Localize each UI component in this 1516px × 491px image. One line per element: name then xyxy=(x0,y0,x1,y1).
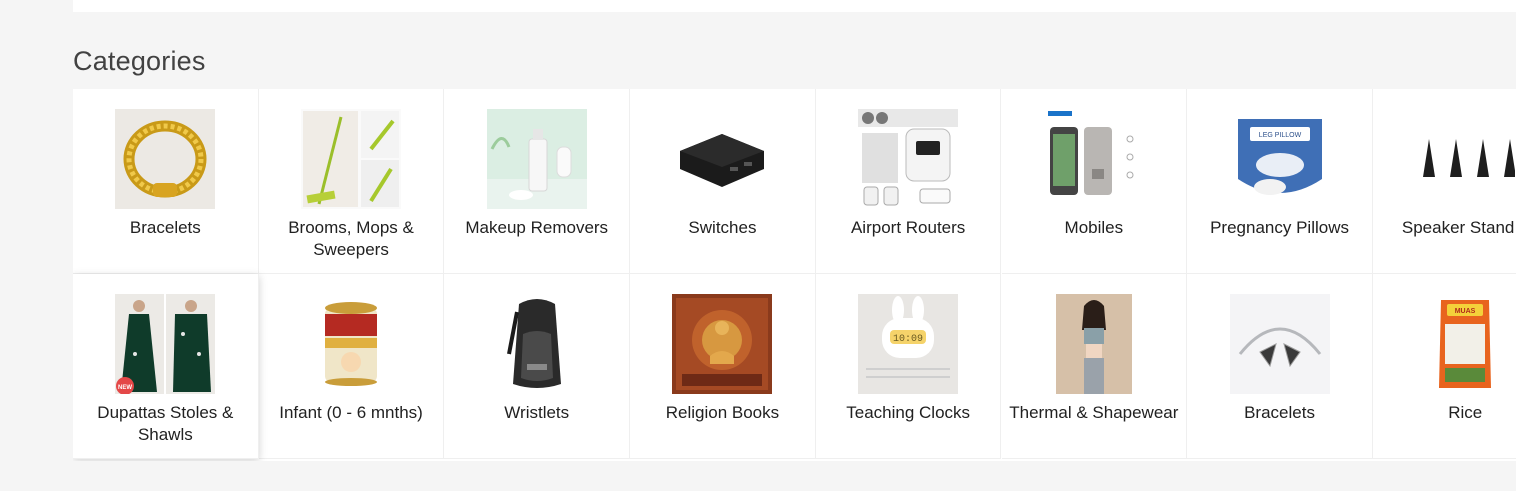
silver-cuff-icon xyxy=(1229,294,1330,394)
category-tile-dupattas[interactable]: NEW Dupattas Stoles & Shawls xyxy=(73,274,259,459)
category-label: Pregnancy Pillows xyxy=(1210,218,1349,237)
model-photo-icon xyxy=(1055,294,1132,394)
category-label: Bracelets xyxy=(1244,403,1315,422)
category-tile-pregnancy-pillows[interactable]: LEG PILLOW Pregnancy Pillows xyxy=(1187,89,1373,274)
category-label: Makeup Removers xyxy=(465,218,609,237)
category-label: Infant (0 - 6 mnths) xyxy=(279,403,423,422)
section-title: Categories xyxy=(73,46,206,76)
leg-pillow-icon: LEG PILLOW xyxy=(1229,109,1330,209)
svg-text:10:09: 10:09 xyxy=(893,334,923,345)
gold-bracelet-icon xyxy=(115,109,216,209)
pocket-router-icon xyxy=(858,109,959,209)
category-label: Speaker Stand xyxy=(1401,218,1515,237)
category-tile-bracelets[interactable]: Bracelets xyxy=(73,89,259,274)
svg-text:MUAS: MUAS xyxy=(1455,308,1476,315)
speaker-spikes-icon xyxy=(1414,109,1515,209)
svg-text:LEG PILLOW: LEG PILLOW xyxy=(1258,132,1301,139)
category-label: Thermal & Shapewear xyxy=(1009,403,1179,422)
formula-tin-icon xyxy=(301,294,402,394)
category-tile-rice[interactable]: MUAS Rice xyxy=(1372,274,1516,459)
category-tile-brooms-mops[interactable]: Brooms, Mops & Sweepers xyxy=(258,89,445,274)
svg-text:NEW: NEW xyxy=(118,385,132,391)
category-tile-wristlets[interactable]: Wristlets xyxy=(444,274,631,459)
category-tile-infant[interactable]: Infant (0 - 6 mnths) xyxy=(258,274,445,459)
dupatta-icon: NEW xyxy=(115,294,216,394)
category-tile-teaching-clocks[interactable]: 10:09 Teaching Clocks xyxy=(815,274,1002,459)
category-label: Wristlets xyxy=(504,403,570,422)
smartphone-icon xyxy=(1043,109,1144,209)
category-tile-makeup-removers[interactable]: Makeup Removers xyxy=(444,89,631,274)
category-label: Mobiles xyxy=(1064,218,1124,237)
backpack-icon xyxy=(486,294,587,394)
category-tile-thermal-shapewear[interactable]: Thermal & Shapewear xyxy=(1001,274,1188,459)
top-card xyxy=(73,0,1516,12)
category-tile-bracelets-2[interactable]: Bracelets xyxy=(1187,274,1373,459)
category-label: Brooms, Mops & Sweepers xyxy=(288,218,414,259)
mop-icon xyxy=(301,109,402,209)
category-tile-speaker-stand[interactable]: Speaker Stand xyxy=(1372,89,1516,274)
category-tile-switches[interactable]: Switches xyxy=(630,89,816,274)
category-label: Rice xyxy=(1448,403,1483,422)
category-label: Switches xyxy=(688,218,757,237)
category-label: Religion Books xyxy=(665,403,780,422)
category-tile-airport-routers[interactable]: Airport Routers xyxy=(815,89,1002,274)
switch-box-icon xyxy=(672,109,773,209)
category-label: Dupattas Stoles & Shawls xyxy=(97,403,234,444)
thangka-painting-icon xyxy=(672,294,773,394)
rice-pack-icon: MUAS xyxy=(1435,294,1496,394)
categories-grid: Bracelets Brooms, Mops & Sweepers Makeup… xyxy=(73,89,1516,461)
category-label: Airport Routers xyxy=(850,218,966,237)
makeup-remover-icon xyxy=(486,109,587,209)
category-tile-mobiles[interactable]: Mobiles xyxy=(1001,89,1188,274)
category-label: Teaching Clocks xyxy=(846,403,971,422)
category-tile-religion-books[interactable]: Religion Books xyxy=(630,274,816,459)
category-label: Bracelets xyxy=(129,218,201,237)
bunny-clock-icon: 10:09 xyxy=(858,294,959,394)
